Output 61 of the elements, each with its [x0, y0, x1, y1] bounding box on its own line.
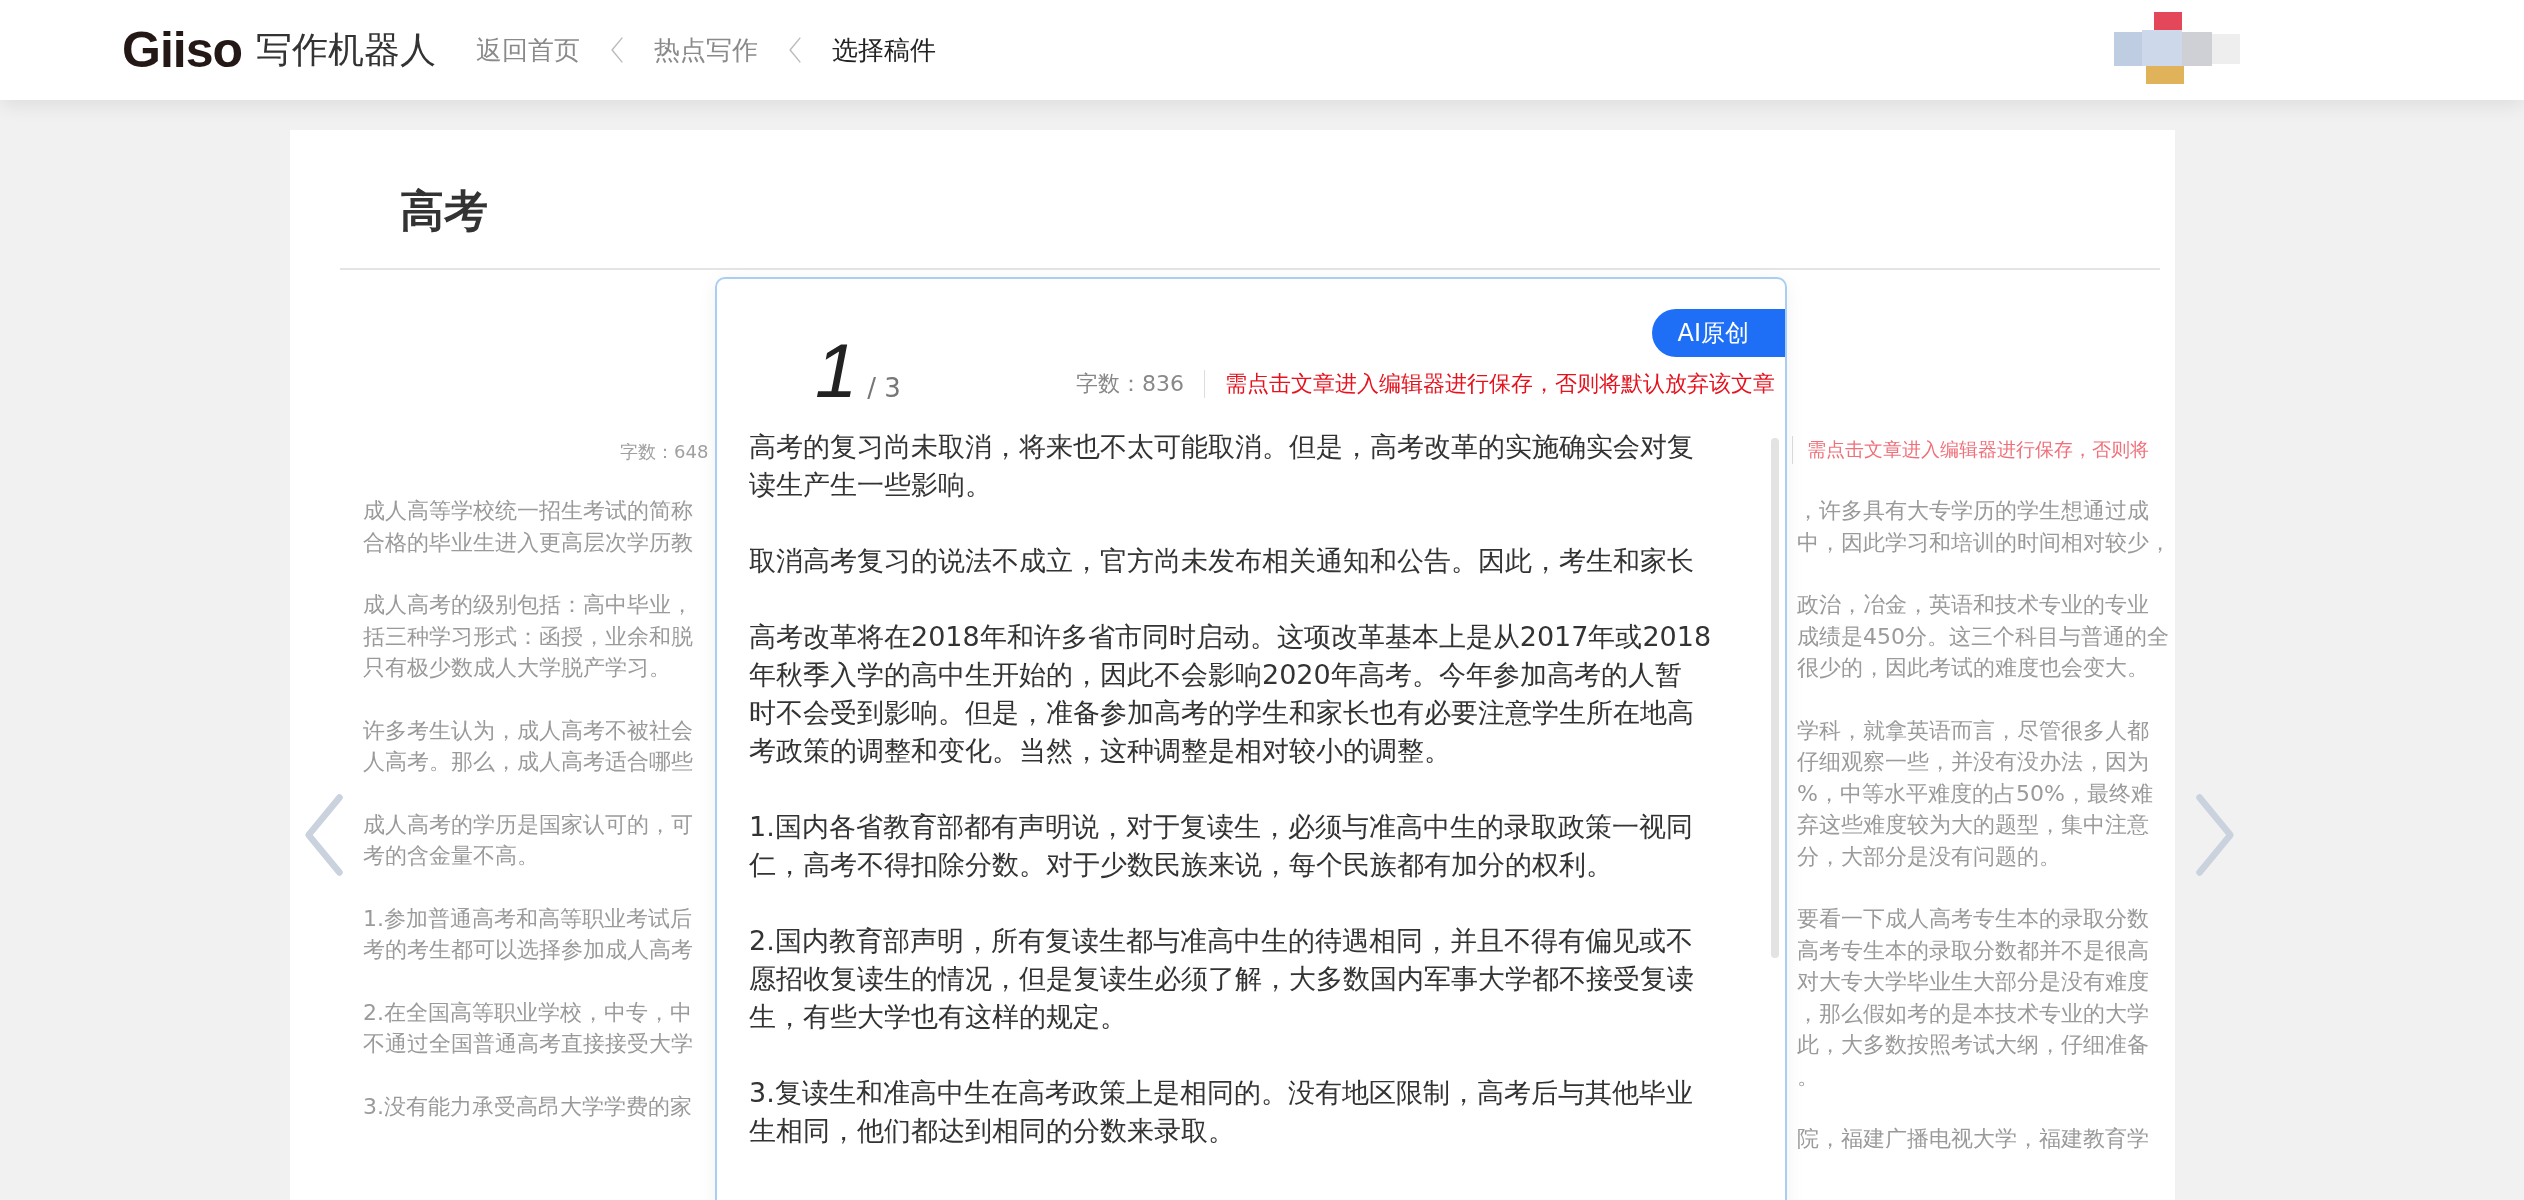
article-text: 院，福建广播电视大学，福建教育学 — [1797, 1125, 2150, 1153]
article-text: 学科，就拿英语而言，尽管很多人都 — [1797, 716, 2150, 745]
article-text: 对大专大学毕业生大部分是没有难度 — [1797, 968, 2150, 996]
breadcrumb-link[interactable]: 返回首页 — [476, 32, 581, 68]
article-text: ，那么假如考的是本技术专业的大学 — [1797, 999, 2150, 1028]
article-text: 合格的毕业生进入更高层次学历教 — [363, 528, 693, 557]
page-total: / 3 — [867, 373, 901, 403]
article-text: 考的含金量不高。 — [363, 842, 540, 870]
article-text: 成人高考的学历是国家认可的，可 — [363, 810, 693, 839]
breadcrumb-link[interactable]: 热点写作 — [654, 32, 759, 68]
page-number: 1 — [815, 327, 858, 414]
scrollbar-thumb[interactable] — [1771, 438, 1779, 958]
article-text: 中，因此学习和培训的时间相对较少， — [1797, 528, 2172, 557]
article-text: 成人高考的级别包括：高中毕业， — [363, 591, 693, 619]
draft-text: 仁，高考不得扣除分数。对于少数民族来说，每个民族都有加分的权利。 — [749, 848, 1614, 882]
article-text: 。 — [1797, 1062, 1820, 1091]
article-text: 分，大部分是没有问题的。 — [1797, 842, 2062, 871]
article-text: ，许多具有大专学历的学生想通过成 — [1797, 497, 2150, 525]
article-text: 要看一下成人高考专生本的录取分数 — [1797, 905, 2150, 933]
product-name: 写作机器人 — [256, 27, 437, 72]
word-count: 字数：648 — [620, 440, 709, 464]
article-text: 仔细观察一些，并没有没办法，因为 — [1797, 748, 2150, 776]
draft-text: 高考的复习尚未取消，将来也不太可能取消。但是，高考改革的实施确实会对复 — [749, 430, 1695, 464]
article-text: 很少的，因此考试的难度也会变大。 — [1797, 654, 2150, 682]
draft-text: 愿招收复读生的情况，但是复读生必须了解，大多数国内军事大学都不接受复读 — [749, 962, 1695, 996]
article-text: 2.在全国高等职业学校，中专，中 — [363, 998, 693, 1027]
article-text: 成人高等学校统一招生考试的简称 — [363, 497, 693, 525]
draft-text: 时不会受到影响。但是，准备参加高考的学生和家长也有必要注意学生所在地高 — [749, 696, 1695, 730]
article-text: 弃这些难度较为大的题型，集中注意 — [1797, 811, 2150, 839]
article-text: %，中等水平难度的占50%，最终难 — [1797, 779, 2154, 808]
article-text: 许多考生认为，成人高考不被社会 — [363, 716, 693, 745]
article-text: 人高考。那么，成人高考适合哪些 — [363, 748, 693, 776]
breadcrumb-link[interactable]: 选择稿件 — [832, 32, 937, 68]
draft-text: 高考改革将在2018年和许多省市同时启动。这项改革基本上是从2017年或2018 — [749, 620, 1713, 654]
article-text: 高考专生本的录取分数都并不是很高 — [1797, 936, 2150, 965]
ai-original-button[interactable]: AI原创 — [1651, 309, 1785, 357]
article-title: 高考 — [399, 184, 489, 238]
article-text: 括三种学习形式：函授，业余和脱 — [363, 622, 693, 651]
draft-text: 取消高考复习的说法不成立，官方尚未发布相关通知和公告。因此，考生和家长 — [749, 544, 1695, 578]
article-text: 只有极少数成人大学脱产学习。 — [363, 654, 672, 682]
draft-text: 2.国内教育部声明，所有复读生都与准高中生的待遇相同，并且不得有偏见或不 — [749, 924, 1694, 958]
chevron-left-icon[interactable] — [788, 36, 803, 64]
draft-text: 3.复读生和准高中生在高考政策上是相同的。没有地区限制，高考后与其他毕业 — [749, 1076, 1694, 1110]
article-text: 不通过全国普通高考直接接受大学 — [363, 1030, 693, 1058]
article-text: 此，大多数按照考试大纲，仔细准备 — [1797, 1031, 2150, 1059]
draft-text: 读生产生一些影响。 — [749, 468, 993, 502]
chevron-left-icon[interactable] — [610, 36, 625, 64]
article-text: 政治，冶金，英语和技术专业的专业 — [1797, 591, 2150, 619]
logo-text[interactable]: Giiso — [122, 21, 243, 79]
draft-text: 考政策的调整和变化。当然，这种调整是相对较小的调整。 — [749, 734, 1452, 768]
save-notice: 需点击文章进入编辑器进行保存，否则将默认放弃该文章 — [1225, 370, 1775, 398]
save-notice: 需点击文章进入编辑器进行保存，否则将 — [1807, 437, 2149, 462]
word-count: 字数：836 — [1076, 370, 1184, 398]
article-text: 1.参加普通高考和高等职业考试后 — [363, 904, 693, 933]
article-text: 考的考生都可以选择参加成人高考 — [363, 936, 693, 964]
draft-text: 1.国内各省教育部都有声明说，对于复读生，必须与准高中生的录取政策一视同 — [749, 810, 1694, 844]
article-text: 3.没有能力承受高昂大学学费的家 — [363, 1092, 693, 1121]
draft-text: 年秋季入学的高中生开始的，因此不会影响2020年高考。今年参加高考的人暂 — [749, 658, 1683, 692]
draft-text: 生，有些大学也有这样的规定。 — [749, 1000, 1128, 1034]
draft-text: 生相同，他们都达到相同的分数来录取。 — [749, 1114, 1236, 1148]
article-text: 成绩是450分。这三个科目与普通的全 — [1797, 622, 2170, 651]
